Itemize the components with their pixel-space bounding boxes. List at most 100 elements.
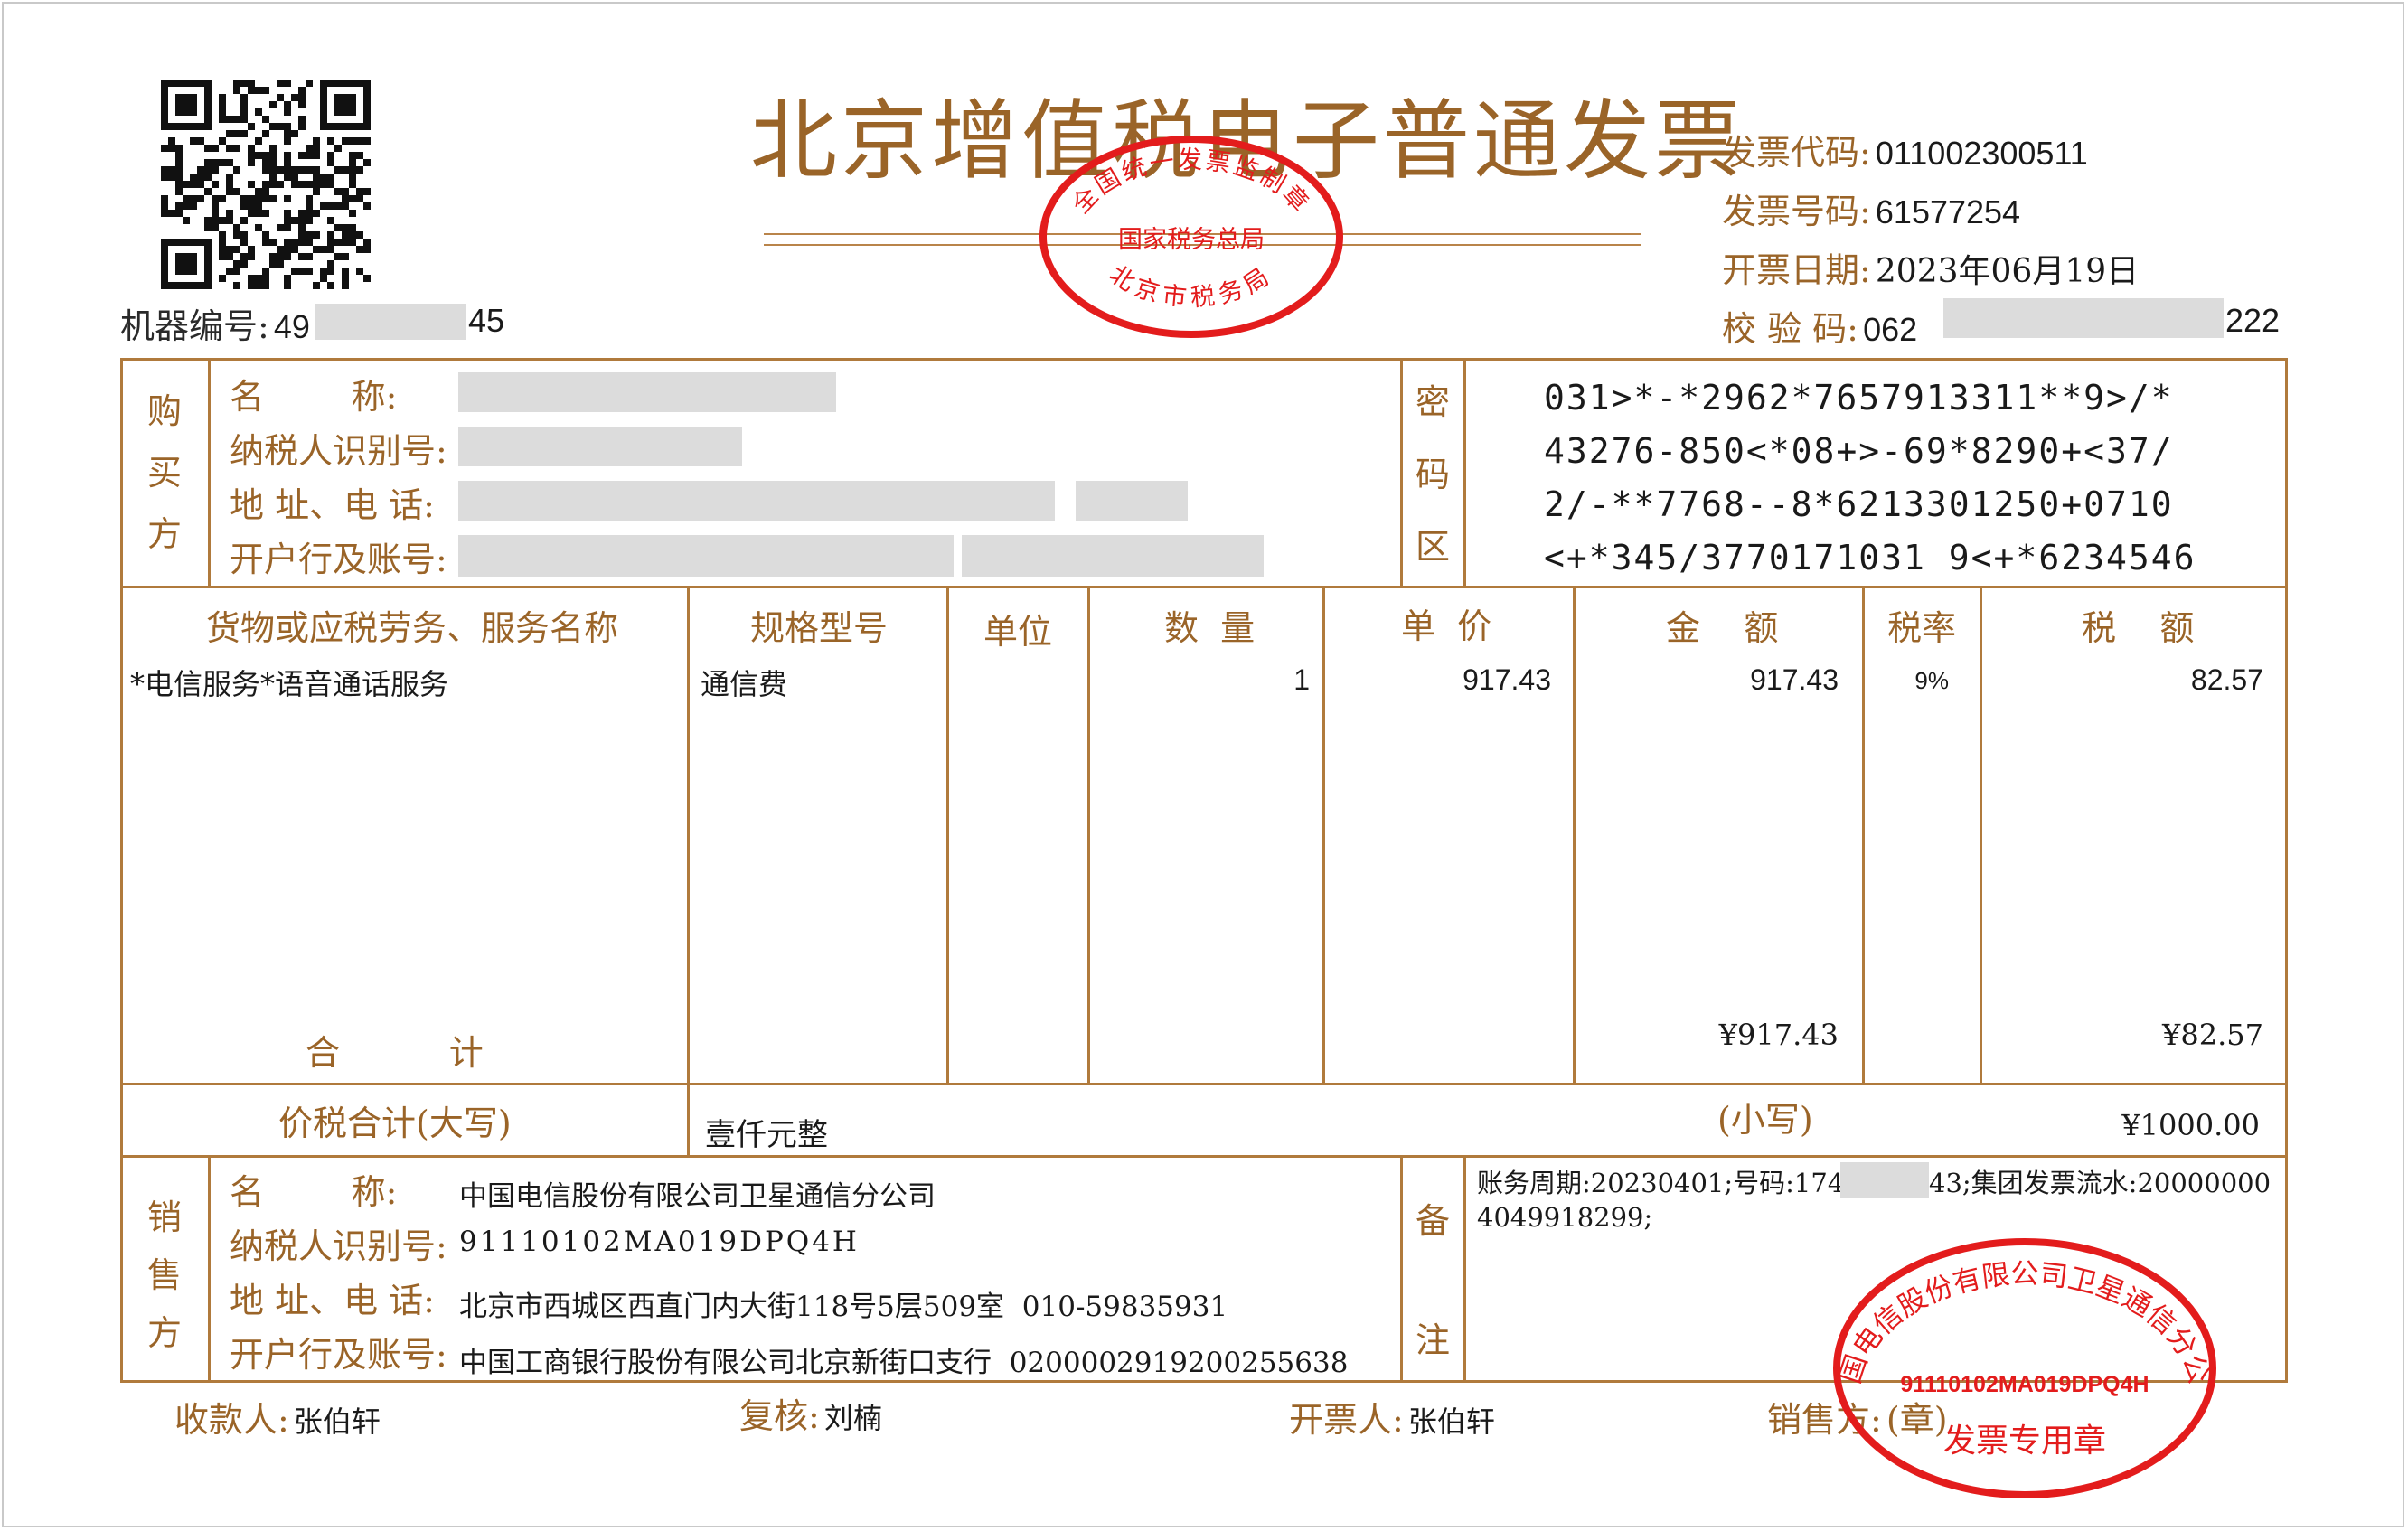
machine-number-suffix: 45 (468, 302, 505, 339)
seller-address-label: 地 址、电 话: (230, 1281, 435, 1320)
total-small-label: (小写) (1717, 1100, 1813, 1140)
stamp-bottom-text: 北京市税务局 (1105, 260, 1279, 313)
subtotal-amount: ¥917.43 (1718, 1018, 1839, 1052)
invoice-date-label: 开票日期: (1722, 250, 1871, 290)
divider (946, 586, 949, 1085)
payee-name: 张伯轩 (293, 1404, 381, 1439)
divider (208, 358, 211, 587)
buyer-address-label: 地 址、电 话: (230, 485, 435, 525)
cipher-label-2: 码 (1416, 455, 1451, 494)
divider (120, 1155, 2288, 1158)
remarks-label-2: 注 (1416, 1320, 1451, 1360)
invoice-date-row: 开票日期: 2023年06月19日 (1722, 242, 2139, 292)
divider (1463, 1155, 1466, 1383)
cipher-line: 43276-850<*08+>-69*8290+<37/ (1544, 431, 2174, 471)
item-qty: 1 (1293, 663, 1310, 696)
issuer-label: 开票人: (1289, 1400, 1404, 1440)
subtotal-label: 合 计 (306, 1033, 484, 1073)
buyer-name-label: 名 称: (230, 377, 398, 417)
check-code-prefix: 062 (1863, 311, 1918, 348)
col-spec-header: 规格型号 (750, 608, 889, 648)
supervision-stamp: 全国统一发票监制章 国家税务总局 北京市税务局 (1039, 136, 1343, 338)
invoice-number-label: 发票号码: (1722, 192, 1871, 231)
item-rate: 9% (1914, 667, 1949, 694)
redaction (458, 535, 954, 577)
invoice-date: 2023年06月19日 (1875, 253, 2140, 290)
seller-invoice-stamp: 中国电信股份有限公司卫星通信分公司 91110102MA019DPQ4H 发票专… (1817, 1216, 2216, 1498)
seller-bank-label: 开户行及账号: (230, 1335, 447, 1375)
col-unit-header: 单位 (983, 612, 1053, 652)
seller-section-label-1: 销 (147, 1198, 183, 1237)
payee-label: 收款人: (174, 1400, 289, 1440)
check-code-row: 校 验 码: 062 (1722, 301, 1917, 351)
total-small: ¥1000.00 (2121, 1108, 2260, 1142)
qr-code-icon (161, 80, 371, 289)
buyer-section-label-1: 购 (147, 391, 183, 431)
buyer-section-label-3: 方 (147, 514, 183, 554)
issuer-name: 张伯轩 (1407, 1404, 1495, 1439)
redaction (1840, 1162, 1929, 1198)
invoice-number-row: 发票号码: 61577254 (1722, 183, 2020, 233)
seller-bank: 中国工商银行股份有限公司北京新街口支行 0200002919200255638 (459, 1347, 1349, 1379)
divider (120, 1083, 2288, 1085)
redaction (1943, 298, 2224, 338)
total-words: 壹仟元整 (705, 1117, 828, 1153)
invoice-code-row: 发票代码: 011002300511 (1722, 125, 2088, 174)
divider (120, 586, 2288, 588)
remarks-line2: 4049918299; (1477, 1202, 1653, 1233)
reviewer: 复核: 刘楠 (739, 1388, 882, 1438)
reviewer-label: 复核: (739, 1396, 820, 1436)
item-name: *电信服务*语音通话服务 (130, 667, 449, 701)
divider (1400, 1155, 1403, 1383)
buyer-taxid-label: 纳税人识别号: (230, 431, 447, 471)
buyer-section-label-2: 买 (147, 453, 183, 493)
redaction (1076, 481, 1188, 521)
divider (687, 586, 690, 1157)
seller-address: 北京市西城区西直门内大街118号5层509室 010-59835931 (459, 1291, 1228, 1323)
seller-name: 中国电信股份有限公司卫星通信分公司 (459, 1180, 936, 1213)
divider (1400, 358, 1403, 587)
remarks-line1-a: 账务周期:20230401;号码:174 (1477, 1168, 1845, 1198)
col-price-header: 单 价 (1401, 606, 1492, 646)
item-price: 917.43 (1463, 663, 1551, 696)
item-spec: 通信费 (701, 667, 788, 701)
check-code-label: 校 验 码: (1722, 309, 1858, 349)
cipher-label-1: 密 (1416, 382, 1451, 422)
divider (1573, 586, 1576, 1085)
col-rate-header: 税率 (1887, 608, 1957, 648)
stamp-bottom-text: 发票专用章 (1943, 1423, 2106, 1460)
redaction (458, 481, 1055, 521)
redaction (962, 535, 1264, 577)
item-amount: 917.43 (1750, 663, 1839, 696)
subtotal-tax: ¥82.57 (2162, 1018, 2263, 1052)
invoice-code-label: 发票代码: (1722, 133, 1871, 173)
divider (1862, 586, 1865, 1085)
seller-section-label-3: 方 (147, 1313, 183, 1353)
machine-number-label: 机器编号: (120, 306, 269, 346)
machine-number: 机器编号: 49 (120, 298, 310, 348)
seller-taxid-label: 纳税人识别号: (230, 1226, 447, 1266)
divider (208, 1155, 211, 1383)
buyer-bank-label: 开户行及账号: (230, 540, 447, 579)
remarks-label-1: 备 (1416, 1201, 1451, 1241)
payee: 收款人: 张伯轩 (174, 1392, 381, 1442)
divider (1322, 586, 1325, 1085)
remarks-line1-b: 43;集团发票流水:20000000 (1929, 1168, 2272, 1198)
divider (1980, 586, 1982, 1085)
item-tax: 82.57 (2190, 663, 2263, 696)
col-item-header: 货物或应税劳务、服务名称 (206, 608, 619, 648)
total-label: 价税合计(大写) (278, 1104, 512, 1143)
col-qty-header: 数 量 (1164, 608, 1256, 648)
redaction (315, 304, 466, 340)
cipher-line: 2/-**7768--8*6213301250+0710 (1544, 484, 2174, 524)
invoice-code: 011002300511 (1875, 135, 2088, 172)
seller-taxid: 91110102MA019DPQ4H (459, 1226, 860, 1258)
stamp-middle-text: 国家税务总局 (1118, 226, 1265, 254)
divider (1463, 358, 1466, 587)
machine-number-prefix: 49 (273, 308, 310, 345)
redaction (458, 427, 742, 466)
divider (1087, 586, 1090, 1085)
seller-name-label: 名 称: (230, 1172, 398, 1212)
issuer: 开票人: 张伯轩 (1289, 1392, 1495, 1442)
reviewer-name: 刘楠 (823, 1401, 882, 1435)
